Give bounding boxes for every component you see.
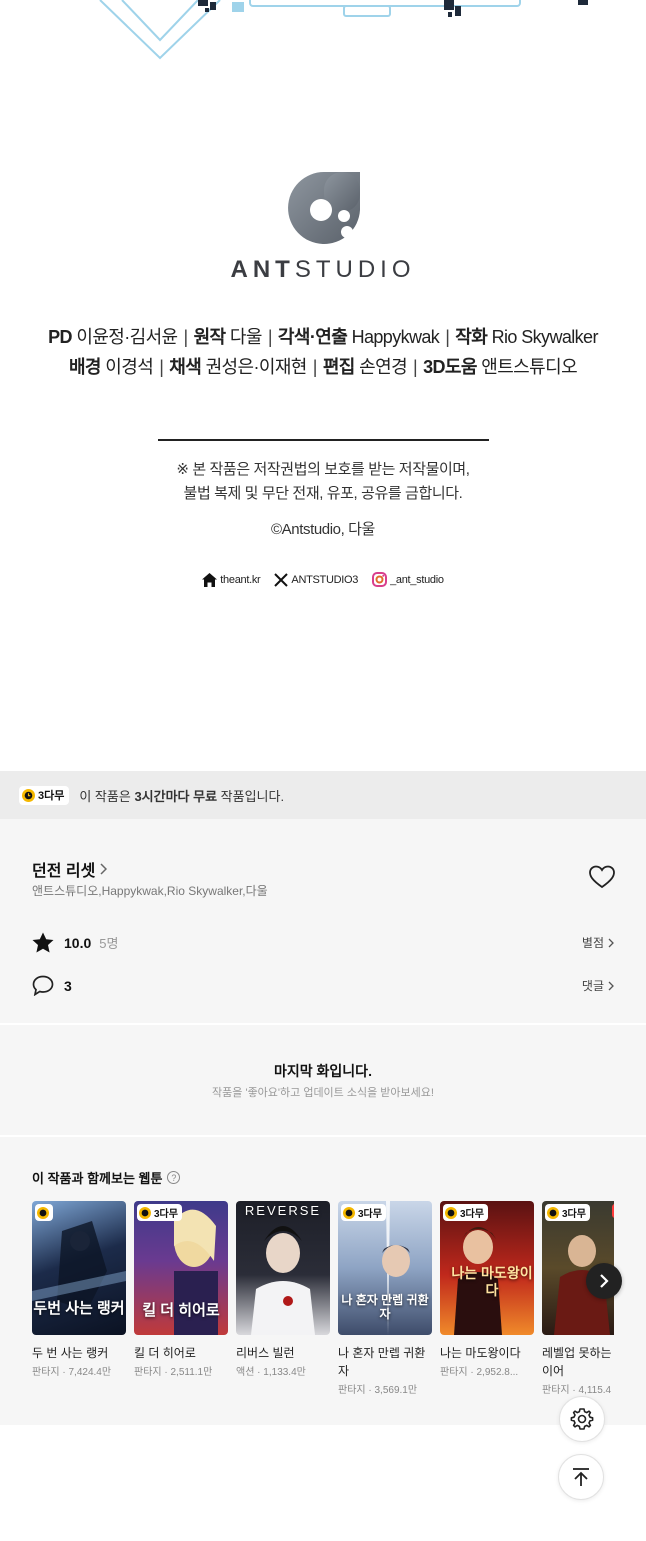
recommendation-card[interactable]: 3다무 나 혼자 만렙 귀환자 나 혼자 만렙 귀환자 판타지 · 3,569.…	[338, 1201, 432, 1396]
social-link-x[interactable]: ANTSTUDIO3	[274, 572, 358, 587]
settings-button[interactable]	[559, 1396, 605, 1442]
free-notice-bar: 3다무 이 작품은 3시간마다 무료 작품입니다.	[0, 771, 646, 819]
arrow-up-icon	[573, 1468, 589, 1486]
cover-image: 3다무 나는 마도왕이다	[440, 1201, 534, 1335]
free-notice-text: 이 작품은 3시간마다 무료 작품입니다.	[79, 788, 285, 804]
rating-count: 5명	[99, 936, 119, 951]
clock-icon	[445, 1206, 457, 1219]
x-icon	[274, 572, 289, 587]
social-link-website[interactable]: theant.kr	[202, 572, 261, 587]
recommendation-meta: 판타지 · 2,952.8...	[440, 1367, 519, 1378]
free-badge: 3다무	[341, 1204, 386, 1221]
recommendation-card[interactable]: REVERSE 리버스 빌런 액션 · 1,133.4만	[236, 1201, 330, 1378]
authors: 앤트스튜디오,Happykwak,Rio Skywalker,다울	[32, 884, 268, 898]
cover-image: 두번 사는 랭커	[32, 1201, 126, 1335]
webtoon-title: 던전 리셋	[32, 863, 96, 880]
recommendations-heading: 이 작품과 함께보는 웹툰 ?	[32, 1168, 181, 1187]
clock-icon	[547, 1206, 559, 1219]
recommendations-section: 이 작품과 함께보는 웹툰 ? 두번 사는 랭커 두 번 사는 랭커 판타지 ·…	[0, 1137, 646, 1425]
home-icon	[202, 572, 218, 587]
cover-title: 킬 더 히어로	[142, 1302, 220, 1319]
last-episode-subtitle: 작품을 '좋아요'하고 업데이트 소식을 받아보세요!	[212, 1087, 434, 1099]
comment-count: 3	[64, 977, 72, 994]
cover-image: 3다무 킬 더 히어로	[134, 1201, 228, 1335]
cover-title: 나는 마도왕이다	[451, 1265, 533, 1298]
clock-icon	[343, 1206, 355, 1219]
decorative-illustration	[99, 0, 588, 60]
carousel-next-button[interactable]	[586, 1263, 622, 1299]
recommendation-title: 나는 마도왕이다	[440, 1346, 521, 1360]
star-icon	[32, 932, 54, 953]
recommendation-meta: 판타지 · 7,424.4만	[32, 1367, 112, 1378]
recommendation-card[interactable]: 두번 사는 랭커 두 번 사는 랭커 판타지 · 7,424.4만	[32, 1201, 126, 1378]
comment-icon	[32, 975, 54, 996]
webtoon-title-link[interactable]: 던전 리셋	[32, 857, 108, 881]
social-links: theant.kr ANTSTUDIO3 _ant_studio	[0, 572, 646, 587]
recommendation-meta: 액션 · 1,133.4만	[236, 1367, 306, 1378]
chevron-right-icon	[608, 938, 614, 947]
free-badge: 3다무	[443, 1204, 488, 1221]
rating-row: 10.0 5명 별점	[32, 932, 614, 953]
rating-link[interactable]: 별점	[582, 934, 614, 951]
recommendation-meta: 판타지 · 3,569.1만	[338, 1385, 418, 1396]
recommendation-title: 두 번 사는 랭커	[32, 1346, 109, 1360]
comment-row: 3 댓글	[32, 975, 614, 996]
up-badge: UP	[612, 1204, 614, 1218]
last-episode-title: 마지막 화입니다.	[274, 1063, 372, 1079]
chevron-right-icon	[100, 863, 108, 875]
cover-image: 3다무 나 혼자 만렙 귀환자	[338, 1201, 432, 1335]
cover-title: REVERSE	[244, 1203, 322, 1218]
copyright-notice-1: ※ 본 작품은 저작권법의 보호를 받는 저작물이며,	[176, 461, 470, 478]
recommendation-card[interactable]: 3다무 나는 마도왕이다 나는 마도왕이다 판타지 · 2,952.8...	[440, 1201, 534, 1378]
recommendation-meta: 판타지 · 2,511.1만	[134, 1367, 213, 1378]
credits-line-1: PD 이윤정·김서윤 | 원작 다울 | 각색·연출 Happykwak | 작화 Rio …	[48, 327, 598, 347]
last-episode-panel: 마지막 화입니다. 작품을 '좋아요'하고 업데이트 소식을 받아보세요!	[0, 1025, 646, 1135]
recommendation-meta: 판타지 · 4,115.4	[542, 1385, 612, 1396]
comment-link[interactable]: 댓글	[582, 977, 614, 994]
webtoon-info-panel: 던전 리셋 앤트스튜디오,Happykwak,Rio Skywalker,다울 …	[0, 819, 646, 1023]
cover-image: REVERSE	[236, 1201, 330, 1335]
scroll-to-top-button[interactable]	[558, 1454, 604, 1500]
copyright-holder: ©Antstudio, 다울	[271, 521, 375, 538]
free-badge: 3다무	[137, 1204, 182, 1221]
like-heart-icon[interactable]	[589, 865, 615, 889]
recommendation-title: 나 혼자 만렙 귀환자	[338, 1346, 426, 1378]
rating-value: 10.0	[64, 934, 92, 951]
cover-title: 두번 사는 랭커	[33, 1300, 125, 1317]
copyright-notice-2: 불법 복제 및 무단 전재, 유포, 공유를 금합니다.	[183, 485, 463, 502]
gear-icon	[570, 1408, 594, 1430]
social-link-instagram[interactable]: _ant_studio	[372, 572, 444, 587]
recommendation-title: 킬 더 히어로	[134, 1346, 196, 1360]
free-badge: 3다무	[19, 785, 70, 805]
antstudio-logo-icon	[288, 172, 360, 244]
cover-title: 나 혼자 만렙 귀환자	[341, 1293, 429, 1321]
brand-wordmark: ANTSTUDIO	[230, 256, 416, 283]
free-badge: 3다무	[545, 1204, 590, 1221]
recommendation-title: 리버스 빌런	[236, 1346, 295, 1360]
free-badge	[35, 1204, 53, 1221]
recommendations-carousel: 두번 사는 랭커 두 번 사는 랭커 판타지 · 7,424.4만 3다무 킬 …	[32, 1201, 614, 1421]
recommendation-title: 레벨업 못하는 레이어	[542, 1346, 614, 1378]
clock-icon	[22, 788, 35, 802]
clock-icon	[37, 1206, 49, 1219]
divider	[158, 439, 489, 441]
instagram-icon	[372, 572, 388, 587]
recommendation-card[interactable]: 3다무 킬 더 히어로 킬 더 히어로 판타지 · 2,511.1만	[134, 1201, 228, 1378]
chevron-right-icon	[608, 981, 614, 990]
credits-line-2: 배경 이경석 | 채색 권성은·이재현 | 편집 손연경 | 3D도움 앤트스튜디오	[68, 357, 578, 377]
help-icon[interactable]: ?	[167, 1171, 181, 1184]
chevron-right-icon	[600, 1274, 609, 1288]
clock-icon	[139, 1206, 151, 1219]
